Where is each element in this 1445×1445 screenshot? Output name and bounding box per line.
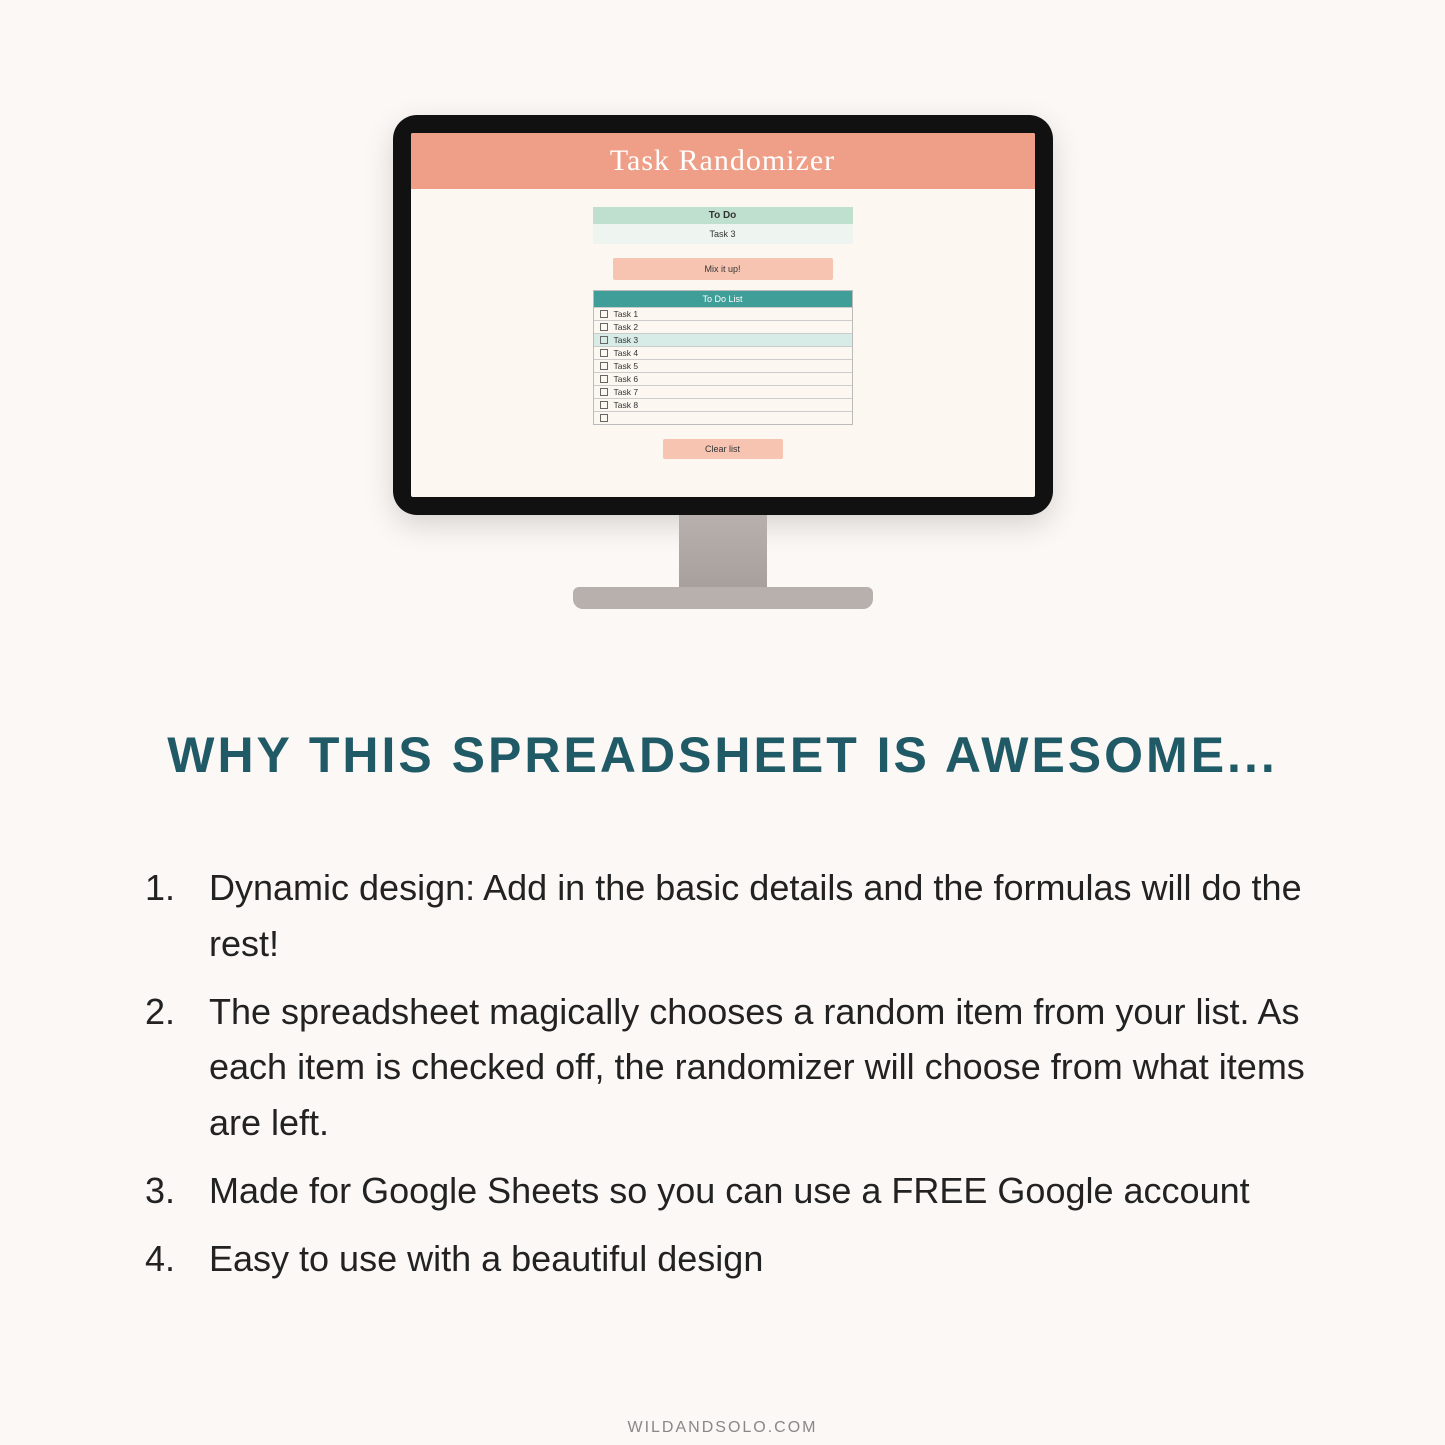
todo-header: To Do [593, 207, 853, 224]
task-label: Task 2 [614, 322, 639, 332]
checkbox-icon[interactable] [600, 388, 608, 396]
feature-item: Made for Google Sheets so you can use a … [145, 1163, 1335, 1219]
todo-list-header: To Do List [594, 291, 852, 307]
task-label: Task 1 [614, 309, 639, 319]
app-banner: Task Randomizer [411, 133, 1035, 189]
mix-it-up-button[interactable]: Mix it up! [613, 258, 833, 280]
task-row: Task 8 [594, 398, 852, 411]
task-row: Task 4 [594, 346, 852, 359]
task-row: Task 6 [594, 372, 852, 385]
page-headline: WHY THIS SPREADSHEET IS AWESOME... [0, 726, 1445, 784]
checkbox-icon[interactable] [600, 336, 608, 344]
footer-url: WILDANDSOLO.COM [0, 1419, 1445, 1437]
feature-list: Dynamic design: Add in the basic details… [145, 860, 1335, 1299]
screen: Task Randomizer To Do Task 3 Mix it up! … [411, 133, 1035, 497]
task-row: Task 2 [594, 320, 852, 333]
clear-list-button[interactable]: Clear list [663, 439, 783, 459]
checkbox-icon[interactable] [600, 323, 608, 331]
task-label: Task 5 [614, 361, 639, 371]
task-row: Task 5 [594, 359, 852, 372]
checkbox-icon[interactable] [600, 414, 608, 422]
task-row: Task 7 [594, 385, 852, 398]
checkbox-icon[interactable] [600, 362, 608, 370]
monitor-stand-neck [679, 515, 767, 587]
todo-list: To Do List Task 1 Task 2 Task 3 Task 4 Task … [593, 290, 853, 425]
app-title: Task Randomizer [610, 144, 835, 178]
monitor-stand-base [573, 587, 873, 609]
task-label: Task 7 [614, 387, 639, 397]
task-label: Task 8 [614, 400, 639, 410]
task-label: Task 3 [614, 335, 639, 345]
screen-body: To Do Task 3 Mix it up! To Do List Task … [411, 189, 1035, 497]
monitor-bezel: Task Randomizer To Do Task 3 Mix it up! … [393, 115, 1053, 515]
task-row: Task 3 [594, 333, 852, 346]
feature-item: Dynamic design: Add in the basic details… [145, 860, 1335, 972]
feature-item: Easy to use with a beautiful design [145, 1231, 1335, 1287]
task-label: Task 6 [614, 374, 639, 384]
checkbox-icon[interactable] [600, 401, 608, 409]
task-label: Task 4 [614, 348, 639, 358]
current-task: Task 3 [593, 224, 853, 244]
checkbox-icon[interactable] [600, 310, 608, 318]
feature-item: The spreadsheet magically chooses a rand… [145, 984, 1335, 1151]
checkbox-icon[interactable] [600, 349, 608, 357]
task-row [594, 411, 852, 424]
task-row: Task 1 [594, 307, 852, 320]
checkbox-icon[interactable] [600, 375, 608, 383]
monitor-mockup: Task Randomizer To Do Task 3 Mix it up! … [393, 115, 1053, 609]
